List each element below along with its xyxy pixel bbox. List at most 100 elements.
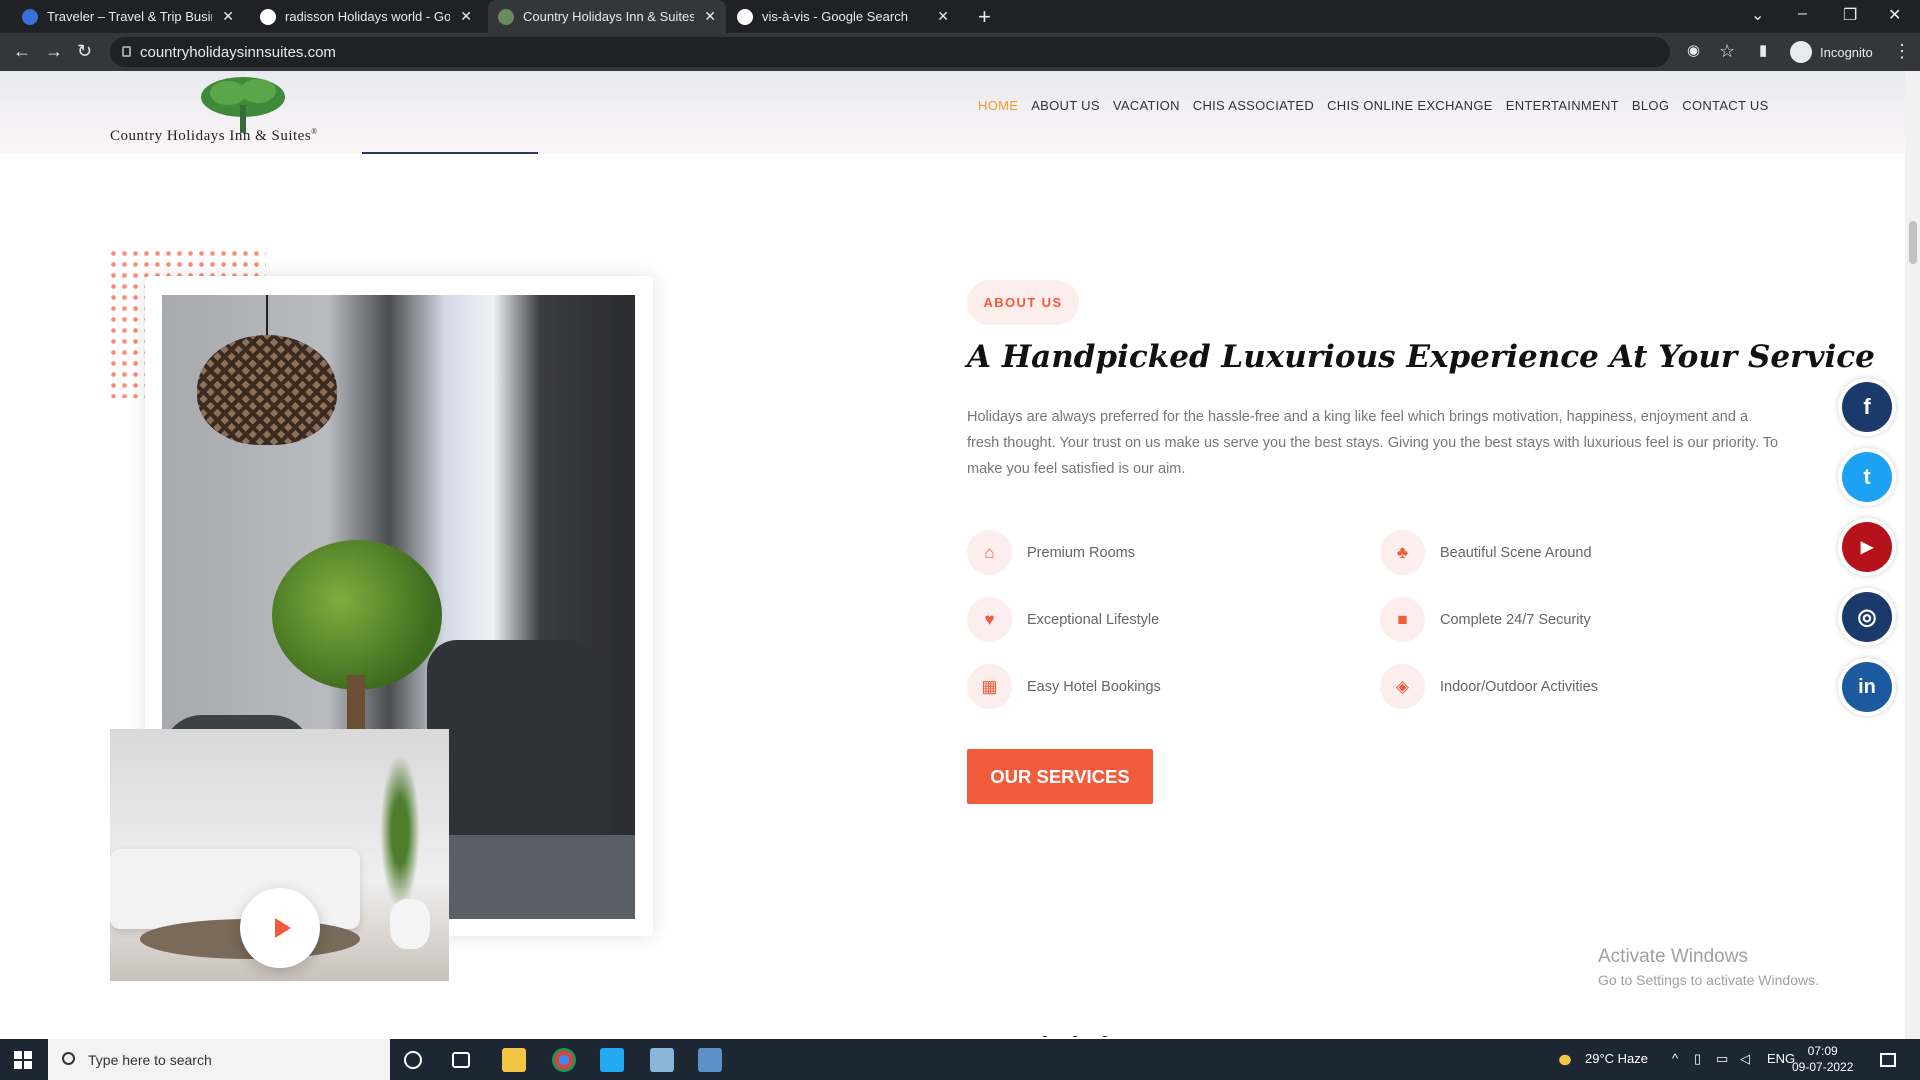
weather-text[interactable]: 29°C Haze: [1585, 1051, 1648, 1066]
task-view-icon[interactable]: [452, 1052, 470, 1068]
address-bar[interactable]: countryholidaysinnsuites.com: [110, 37, 1670, 67]
youtube-link[interactable]: ▶: [1838, 518, 1896, 576]
feature-label: Beautiful Scene Around: [1440, 544, 1592, 561]
activate-windows-title: Activate Windows: [1598, 946, 1748, 967]
youtube-icon: ▶: [1842, 522, 1892, 572]
tray-chevron-icon[interactable]: ^: [1672, 1051, 1678, 1066]
about-headline: A Handpicked Luxurious Experience At You…: [967, 339, 1875, 375]
close-icon[interactable]: ✕: [704, 8, 716, 25]
google-icon: [737, 8, 753, 25]
lock-icon: [122, 46, 131, 57]
nav-contact-us[interactable]: CONTACT US: [1682, 98, 1768, 113]
tray-device-icon[interactable]: ▯: [1694, 1051, 1701, 1067]
weather-icon[interactable]: [1555, 1051, 1575, 1069]
app-icon[interactable]: [650, 1048, 674, 1072]
minimize-icon[interactable]: –: [1798, 5, 1807, 23]
nav-entertainment[interactable]: ENTERTAINMENT: [1506, 98, 1619, 113]
tab-title: Traveler – Travel & Trip Business: [47, 9, 212, 24]
clock-time: 07:09: [1807, 1044, 1838, 1058]
incognito-label: Incognito: [1820, 44, 1873, 60]
menu-kebab-icon[interactable]: ⋮: [1893, 41, 1911, 62]
forward-icon[interactable]: →: [45, 41, 63, 62]
tab-title: vis-à-vis - Google Search: [762, 9, 908, 24]
feature-security: ■ Complete 24/7 Security: [1380, 597, 1591, 642]
lock-icon: ■: [1380, 597, 1425, 642]
indoor-tree: [272, 540, 442, 690]
play-icon: [274, 918, 291, 938]
feature-beautiful-scene: ♣ Beautiful Scene Around: [1380, 530, 1592, 575]
facebook-icon: f: [1842, 382, 1892, 432]
network-icon[interactable]: ▭: [1716, 1051, 1728, 1067]
windows-start-icon[interactable]: [14, 1051, 32, 1069]
about-badge: ABOUT US: [967, 280, 1079, 325]
vscode-icon[interactable]: [600, 1048, 624, 1072]
close-icon[interactable]: ✕: [937, 8, 949, 25]
app-icon[interactable]: [698, 1048, 722, 1072]
twitter-link[interactable]: t: [1838, 448, 1896, 506]
browser-tab-strip: Traveler – Travel & Trip Business ✕ radi…: [0, 0, 1920, 33]
tab-country-holidays[interactable]: Country Holidays Inn & Suites | H ✕: [488, 0, 726, 33]
page-viewport: Country Holidays Inn & Suites® HOME ABOU…: [0, 71, 1905, 1039]
tab-traveler[interactable]: Traveler – Travel & Trip Business ✕: [12, 0, 244, 33]
activate-windows-subtitle: Go to Settings to activate Windows.: [1598, 972, 1819, 988]
feature-activities: ◈ Indoor/Outdoor Activities: [1380, 664, 1598, 709]
google-icon: [260, 8, 276, 25]
scrollbar-thumb[interactable]: [1909, 221, 1917, 264]
notifications-icon[interactable]: [1880, 1053, 1896, 1067]
tab-search-chevron-icon[interactable]: ⌄: [1751, 5, 1764, 25]
building-icon: ▦: [967, 664, 1012, 709]
linkedin-link[interactable]: in: [1838, 658, 1896, 716]
close-icon[interactable]: ✕: [460, 8, 472, 25]
video-play-button[interactable]: [240, 888, 320, 968]
page-scrollbar[interactable]: [1905, 71, 1920, 1039]
tab-title: Country Holidays Inn & Suites | H: [523, 9, 695, 24]
home-icon: ⌂: [967, 530, 1012, 575]
cortana-icon[interactable]: [404, 1051, 422, 1069]
registered-mark: ®: [311, 127, 318, 136]
about-description: Holidays are always preferred for the ha…: [967, 409, 1779, 477]
our-services-button[interactable]: OUR SERVICES: [967, 749, 1153, 804]
facebook-link[interactable]: f: [1838, 378, 1896, 436]
nav-home[interactable]: HOME: [978, 98, 1018, 113]
feature-label: Premium Rooms: [1027, 544, 1135, 561]
windows-taskbar: Type here to search 29°C Haze ^ ▯ ▭ ◁ EN…: [0, 1039, 1920, 1080]
gamepad-icon: ◈: [1380, 664, 1425, 709]
volume-icon[interactable]: ◁: [1740, 1051, 1750, 1067]
nav-chis-online-exchange[interactable]: CHIS ONLINE EXCHANGE: [1327, 98, 1493, 113]
reload-icon[interactable]: ↻: [77, 41, 92, 62]
eye-off-icon[interactable]: ◉: [1687, 41, 1700, 59]
feature-label: Easy Hotel Bookings: [1027, 678, 1161, 695]
back-icon[interactable]: ←: [13, 41, 31, 62]
tab-title: radisson Holidays world - Google: [285, 9, 451, 24]
language-indicator[interactable]: ENG: [1767, 1051, 1795, 1066]
instagram-link[interactable]: ◎: [1838, 588, 1896, 646]
nav-chis-associated[interactable]: CHIS ASSOCIATED: [1193, 98, 1314, 113]
nav-blog[interactable]: BLOG: [1632, 98, 1669, 113]
feature-hotel-bookings: ▦ Easy Hotel Bookings: [967, 664, 1161, 709]
side-panel-icon[interactable]: ▮: [1759, 41, 1767, 59]
sofa: [110, 849, 360, 929]
instagram-icon: ◎: [1842, 592, 1892, 642]
nav-vacation[interactable]: VACATION: [1113, 98, 1180, 113]
incognito-indicator[interactable]: Incognito: [1790, 40, 1873, 64]
logo-text[interactable]: Country Holidays Inn & Suites®: [110, 127, 318, 145]
feature-label: Complete 24/7 Security: [1440, 611, 1591, 628]
armchair-right: [427, 640, 597, 855]
taskbar-search-placeholder: Type here to search: [88, 1051, 212, 1068]
heart-icon: ♥: [967, 597, 1012, 642]
window-close-icon[interactable]: ✕: [1888, 5, 1901, 25]
new-tab-icon[interactable]: +: [978, 4, 991, 30]
header-underline: [362, 152, 538, 154]
star-icon[interactable]: ☆: [1719, 41, 1735, 62]
logo-tree-icon[interactable]: [198, 75, 288, 135]
nav-about-us[interactable]: ABOUT US: [1031, 98, 1100, 113]
taskbar-search[interactable]: Type here to search: [48, 1039, 390, 1080]
close-icon[interactable]: ✕: [222, 8, 234, 25]
taskbar-clock[interactable]: 07:09 09-07-2022: [1792, 1043, 1853, 1075]
tab-vis-a-vis[interactable]: vis-à-vis - Google Search ✕: [727, 0, 959, 33]
tab-radisson[interactable]: radisson Holidays world - Google ✕: [250, 0, 482, 33]
chrome-icon[interactable]: [552, 1048, 576, 1072]
file-explorer-icon[interactable]: [502, 1048, 526, 1072]
plant: [380, 754, 420, 909]
restore-icon[interactable]: ❐: [1843, 5, 1857, 25]
